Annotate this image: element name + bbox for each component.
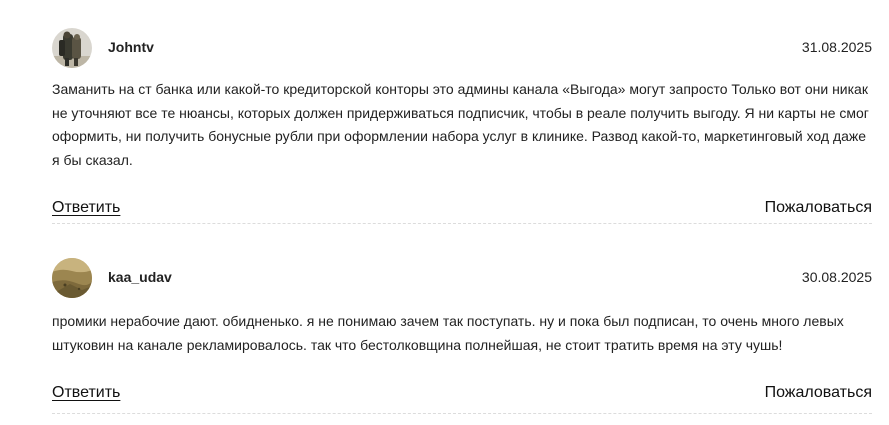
comment-item: kaa_udav 30.08.2025 промики нерабочие да… <box>52 258 872 406</box>
comment-divider <box>52 223 872 224</box>
report-button[interactable]: Пожаловаться <box>765 384 872 402</box>
reply-button[interactable]: Ответить <box>52 199 120 217</box>
comment-author: Johntv <box>108 39 154 55</box>
avatar[interactable] <box>52 258 92 298</box>
report-button[interactable]: Пожаловаться <box>765 199 872 217</box>
comment-header: Johntv 31.08.2025 <box>52 28 872 68</box>
landscape-photo-avatar-icon <box>52 258 92 298</box>
comment-item: Johntv 31.08.2025 Заманить на ст банка и… <box>52 28 872 221</box>
comment-author: kaa_udav <box>108 269 172 285</box>
comment-date: 30.08.2025 <box>801 269 872 285</box>
user-photo-avatar-icon <box>52 28 92 68</box>
comment-date: 31.08.2025 <box>801 39 872 55</box>
comment-divider <box>52 413 872 414</box>
comment-actions: Ответить Пожаловаться <box>52 384 872 406</box>
reply-button[interactable]: Ответить <box>52 384 120 402</box>
comment-header: kaa_udav 30.08.2025 <box>52 258 872 298</box>
avatar[interactable] <box>52 28 92 68</box>
comment-actions: Ответить Пожаловаться <box>52 199 872 221</box>
comment-text: Заманить на ст банка или какой-то кредит… <box>52 81 869 168</box>
comment-text: промики нерабочие дают. обидненько. я не… <box>52 313 844 353</box>
